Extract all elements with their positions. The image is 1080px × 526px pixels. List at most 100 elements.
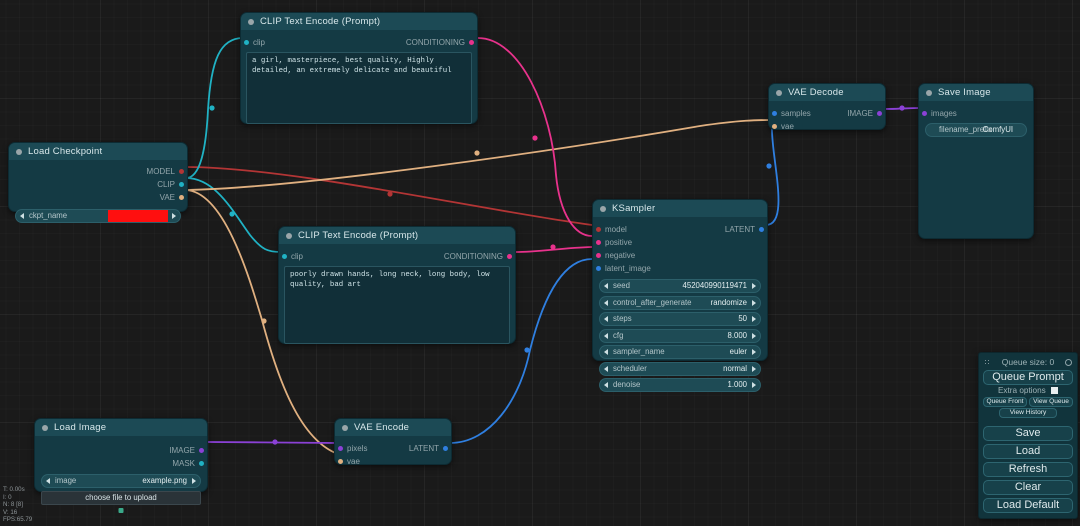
collapse-dot-icon[interactable] [776,90,782,96]
increment-arrow-icon[interactable] [752,283,756,289]
port-image[interactable] [877,111,882,116]
decrement-arrow-icon[interactable] [604,299,608,306]
widget-control-after-generate[interactable]: control_after_generate randomize [599,295,761,310]
clear-button[interactable]: Clear [983,480,1073,495]
output-slot-conditioning[interactable]: CONDITIONING [241,37,477,48]
collapse-dot-icon[interactable] [286,233,292,239]
drag-handle-icon[interactable] [984,359,990,366]
decrement-arrow-icon[interactable] [604,349,608,355]
input-slot-latent-image[interactable]: latent_image [593,263,767,274]
view-history-button[interactable]: View History [999,408,1057,418]
output-slot-image[interactable]: IMAGE [35,445,207,456]
node-load-image[interactable]: Load Image IMAGE MASK image example.png … [34,418,208,513]
output-slot-image[interactable]: IMAGE [769,108,885,119]
node-vae-decode[interactable]: VAE Decode samples IMAGE vae [768,83,886,132]
increment-arrow-icon[interactable] [752,316,756,322]
collapse-dot-icon[interactable] [248,19,254,25]
decrement-arrow-icon[interactable] [604,332,608,339]
port-vae[interactable] [179,195,184,200]
node-load-checkpoint[interactable]: Load Checkpoint MODEL CLIP VAE ckpt_name [8,142,188,223]
widget-image[interactable]: image example.png [41,474,201,488]
port-conditioning[interactable] [507,254,512,259]
input-slot-positive[interactable]: positive [593,237,767,248]
increment-arrow-icon[interactable] [752,332,756,339]
output-slot-model[interactable]: MODEL [9,166,187,177]
output-slot-vae[interactable]: VAE [9,192,187,203]
output-slot-mask[interactable]: MASK [35,458,207,469]
widget-steps[interactable]: steps 50 [599,312,761,326]
port-images[interactable] [922,111,927,116]
node-title-bar[interactable]: Save Image [919,84,1033,101]
input-slot-vae[interactable]: vae [769,121,885,132]
output-slot-clip[interactable]: CLIP [9,179,187,190]
node-clip-text-encode-positive[interactable]: CLIP Text Encode (Prompt) clip CONDITION… [240,12,478,124]
input-slot-vae[interactable]: vae [335,456,451,467]
port-image[interactable] [199,448,204,453]
port-mask[interactable] [199,461,204,466]
view-queue-button[interactable]: View Queue [1029,397,1073,407]
increment-arrow-icon[interactable] [192,478,196,484]
widget-denoise[interactable]: denoise 1.000 [599,378,761,392]
increment-arrow-icon[interactable] [172,213,176,219]
decrement-arrow-icon[interactable] [604,382,608,388]
collapse-dot-icon[interactable] [342,425,348,431]
node-title-bar[interactable]: KSampler [593,200,767,217]
node-vae-encode[interactable]: VAE Encode pixels LATENT vae [334,418,452,467]
widget-scheduler[interactable]: scheduler normal [599,361,761,376]
node-title-bar[interactable]: VAE Decode [769,84,885,101]
gear-icon[interactable] [1065,359,1072,366]
port-latent-image[interactable] [596,266,601,271]
node-title-bar[interactable]: CLIP Text Encode (Prompt) [279,227,515,244]
port-latent[interactable] [759,227,764,232]
node-title-bar[interactable]: Load Checkpoint [9,143,187,160]
graph-canvas[interactable]: Load Checkpoint MODEL CLIP VAE ckpt_name [0,0,1080,526]
collapse-dot-icon[interactable] [600,206,606,212]
port-clip[interactable] [179,182,184,187]
widget-filename-prefix[interactable]: filename_prefix ComfyUI [925,123,1027,137]
node-title-bar[interactable]: CLIP Text Encode (Prompt) [241,13,477,30]
increment-arrow-icon[interactable] [752,365,756,372]
prompt-textarea[interactable]: a girl, masterpiece, best quality, Highl… [246,52,472,124]
decrement-arrow-icon[interactable] [46,478,50,484]
increment-arrow-icon[interactable] [752,382,756,388]
collapse-dot-icon[interactable] [16,149,22,155]
refresh-button[interactable]: Refresh [983,462,1073,477]
collapse-dot-icon[interactable] [926,90,932,96]
port-model[interactable] [179,169,184,174]
output-slot-conditioning[interactable]: CONDITIONING [279,251,515,262]
node-save-image[interactable]: Save Image images filename_prefix ComfyU… [918,83,1034,239]
upload-file-button[interactable]: choose file to upload [41,491,201,505]
input-slot-images[interactable]: images [919,108,1033,119]
widget-ckpt-name[interactable]: ckpt_name [15,209,181,223]
output-slot-latent[interactable]: LATENT [335,443,451,454]
port-latent[interactable] [443,446,448,451]
port-positive[interactable] [596,240,601,245]
queue-front-button[interactable]: Queue Front [983,397,1027,407]
input-slot-negative[interactable]: negative [593,250,767,261]
load-default-button[interactable]: Load Default [983,498,1073,513]
load-button[interactable]: Load [983,444,1073,459]
port-conditioning[interactable] [469,40,474,45]
increment-arrow-icon[interactable] [752,299,756,306]
prompt-textarea[interactable]: poorly drawn hands, long neck, long body… [284,266,510,344]
widget-sampler-name[interactable]: sampler_name euler [599,345,761,359]
port-vae[interactable] [772,124,777,129]
port-vae[interactable] [338,459,343,464]
comfy-menu-panel[interactable]: Queue size: 0 Queue Prompt Extra options… [978,352,1078,519]
widget-seed[interactable]: seed 452040990119471 [599,279,761,293]
port-negative[interactable] [596,253,601,258]
decrement-arrow-icon[interactable] [604,283,608,289]
decrement-arrow-icon[interactable] [604,316,608,322]
extra-options-checkbox[interactable] [1051,387,1059,394]
widget-cfg[interactable]: cfg 8.000 [599,328,761,343]
collapse-dot-icon[interactable] [42,425,48,431]
output-slot-latent[interactable]: LATENT [593,224,767,235]
queue-prompt-button[interactable]: Queue Prompt [983,370,1073,385]
node-title-bar[interactable]: Load Image [35,419,207,436]
decrement-arrow-icon[interactable] [604,365,608,372]
node-ksampler[interactable]: KSampler model LATENT positive negative … [592,199,768,392]
increment-arrow-icon[interactable] [752,349,756,355]
decrement-arrow-icon[interactable] [20,213,24,219]
node-clip-text-encode-negative[interactable]: CLIP Text Encode (Prompt) clip CONDITION… [278,226,516,344]
save-button[interactable]: Save [983,426,1073,441]
